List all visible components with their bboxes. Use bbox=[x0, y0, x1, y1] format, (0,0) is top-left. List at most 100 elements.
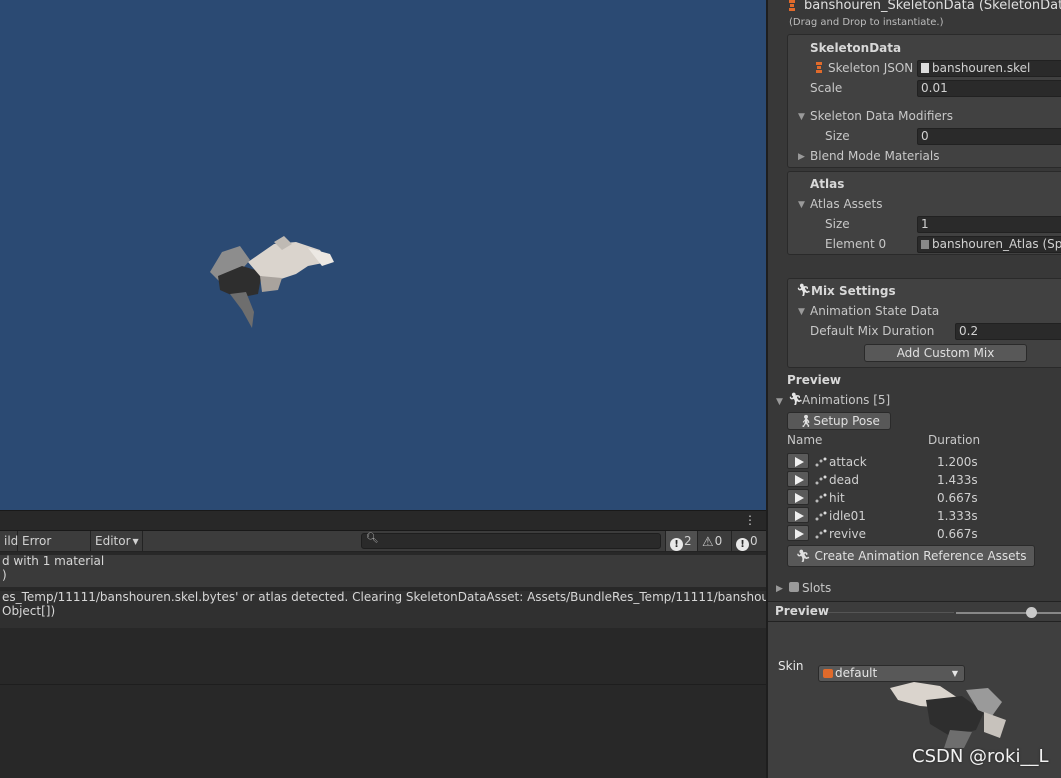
foldout-expanded-icon[interactable]: ▼ bbox=[798, 200, 805, 210]
duration-column-header: Duration bbox=[928, 433, 981, 447]
console-toolbar: ild Error Pause Editor▼ 🔍︎ !2 ⚠0 !0 bbox=[0, 531, 766, 568]
foldout-collapsed-icon[interactable]: ▶ bbox=[776, 584, 783, 594]
animation-row: attack 1.200s bbox=[787, 453, 1047, 471]
create-animation-reference-button[interactable]: 🏃︎ Create Animation Reference Assets bbox=[787, 545, 1035, 567]
info-icon: ! bbox=[670, 538, 683, 551]
atlas-size-label: Size bbox=[825, 217, 850, 231]
foldout-collapsed-icon[interactable]: ▶ bbox=[798, 152, 805, 162]
animation-duration: 0.667s bbox=[937, 491, 978, 505]
character-sprite bbox=[210, 236, 334, 328]
spine-skeleton-icon bbox=[789, 0, 795, 11]
atlas-element-label: Element 0 bbox=[825, 237, 887, 251]
slots-foldout[interactable]: Slots bbox=[802, 581, 831, 595]
atlas-element-value: banshouren_Atlas (Spin bbox=[932, 237, 1061, 251]
animation-row: idle01 1.333s bbox=[787, 507, 1047, 525]
build-toggle[interactable]: ild bbox=[0, 531, 18, 551]
warning-count: 0 bbox=[714, 534, 723, 548]
setup-pose-label: Setup Pose bbox=[813, 414, 880, 428]
animation-state-foldout[interactable]: Animation State Data bbox=[810, 304, 939, 318]
warning-count-toggle[interactable]: ⚠0 bbox=[697, 531, 729, 551]
chevron-down-icon: ▼ bbox=[132, 537, 139, 546]
atlas-element-field[interactable]: banshouren_Atlas (Spin bbox=[917, 236, 1061, 253]
atlas-size-field[interactable]: 1 bbox=[917, 216, 1061, 233]
play-animation-button[interactable] bbox=[787, 453, 809, 469]
section-title: Atlas bbox=[810, 177, 845, 191]
create-animation-reference-label: Create Animation Reference Assets bbox=[814, 549, 1027, 563]
animation-duration: 1.200s bbox=[937, 455, 978, 469]
console-panel: ⋮ ild Error Pause Editor▼ 🔍︎ !2 ⚠0 !0 d … bbox=[0, 510, 766, 778]
slots-icon bbox=[789, 582, 799, 592]
section-title: SkeletonData bbox=[810, 41, 902, 55]
atlas-asset-icon bbox=[921, 240, 929, 249]
skeleton-data-section: SkeletonData Skeleton JSON banshouren.sk… bbox=[787, 34, 1061, 168]
foldout-expanded-icon[interactable]: ▼ bbox=[776, 397, 783, 407]
animation-name: hit bbox=[829, 491, 845, 505]
default-mix-duration-field[interactable]: 0.2 bbox=[955, 323, 1061, 340]
error-count-toggle[interactable]: ! 0 bbox=[731, 531, 765, 551]
section-title: Mix Settings bbox=[811, 284, 896, 298]
bone-icon bbox=[815, 529, 827, 539]
atlas-section: Atlas ▼ Atlas Assets Size 1 Element 0 ba… bbox=[787, 171, 1061, 255]
animation-name: attack bbox=[829, 455, 867, 469]
editor-dropdown-label: Editor bbox=[95, 534, 131, 548]
console-tab-bar: ⋮ bbox=[0, 511, 766, 531]
log-entry[interactable]: es_Temp/11111/banshouren.skel.bytes' or … bbox=[0, 591, 766, 628]
setup-pose-button[interactable]: 🚶︎Setup Pose bbox=[787, 412, 891, 430]
animations-foldout[interactable]: Animations [5] bbox=[802, 393, 890, 407]
scene-view[interactable] bbox=[0, 0, 766, 510]
zoom-slider-handle[interactable] bbox=[1026, 607, 1037, 618]
running-figure-icon: 🏃︎ bbox=[788, 392, 804, 406]
character-preview-sprite bbox=[890, 682, 1006, 748]
skeleton-json-value: banshouren.skel bbox=[932, 61, 1031, 75]
console-detail-divider[interactable] bbox=[0, 684, 766, 685]
play-animation-button[interactable] bbox=[787, 489, 809, 505]
skeleton-json-label: Skeleton JSON bbox=[828, 61, 914, 75]
animation-row: dead 1.433s bbox=[787, 471, 1047, 489]
preview-toolbar: Preview bbox=[768, 601, 1061, 622]
foldout-expanded-icon[interactable]: ▼ bbox=[798, 112, 805, 122]
bone-icon bbox=[815, 511, 827, 521]
add-custom-mix-button[interactable]: Add Custom Mix bbox=[864, 344, 1027, 362]
modifiers-size-field[interactable]: 0 bbox=[917, 128, 1061, 145]
animation-duration: 0.667s bbox=[937, 527, 978, 541]
log-line: Object[]) bbox=[2, 604, 56, 618]
atlas-assets-foldout[interactable]: Atlas Assets bbox=[810, 197, 883, 211]
skeleton-preview-viewport[interactable]: Skin default ▼ CSDN @roki__L bbox=[768, 622, 1061, 778]
play-animation-button[interactable] bbox=[787, 471, 809, 487]
log-line: ) bbox=[2, 568, 7, 582]
preview-section-title: Preview bbox=[787, 373, 842, 387]
asset-subtitle: (Drag and Drop to instantiate.) bbox=[789, 17, 944, 28]
editor-dropdown[interactable]: Editor ▼ bbox=[91, 531, 143, 551]
blend-mode-foldout[interactable]: Blend Mode Materials bbox=[810, 149, 940, 163]
asset-title: banshouren_SkeletonData (SkeletonDataA bbox=[804, 0, 1061, 13]
foldout-expanded-icon[interactable]: ▼ bbox=[798, 307, 805, 317]
bone-icon bbox=[815, 493, 827, 503]
default-mix-duration-label: Default Mix Duration bbox=[810, 324, 935, 338]
more-options-icon[interactable]: ⋮ bbox=[744, 513, 756, 527]
error-count: 0 bbox=[750, 534, 758, 548]
log-line: es_Temp/11111/banshouren.skel.bytes' or … bbox=[2, 591, 766, 604]
spine-skeleton-icon bbox=[816, 62, 822, 73]
log-entry[interactable]: d with 1 material ) bbox=[0, 555, 766, 587]
skeleton-json-field[interactable]: banshouren.skel bbox=[917, 60, 1061, 77]
log-line: d with 1 material bbox=[2, 555, 105, 568]
scale-label: Scale bbox=[810, 81, 843, 95]
play-animation-button[interactable] bbox=[787, 507, 809, 523]
preview-panel-title: Preview bbox=[775, 604, 830, 618]
animation-name: dead bbox=[829, 473, 859, 487]
warning-icon: ⚠ bbox=[702, 535, 714, 550]
animation-duration: 1.433s bbox=[937, 473, 978, 487]
zoom-slider-track[interactable] bbox=[956, 612, 1061, 614]
modifiers-foldout[interactable]: Skeleton Data Modifiers bbox=[810, 109, 953, 123]
watermark-text: CSDN @roki__L bbox=[912, 746, 1049, 767]
name-column-header: Name bbox=[787, 433, 823, 447]
message-count-toggle[interactable]: ! 2 bbox=[665, 531, 697, 551]
animation-duration: 1.333s bbox=[937, 509, 978, 523]
bone-icon bbox=[815, 475, 827, 485]
modifiers-size-label: Size bbox=[825, 129, 850, 143]
console-search-input[interactable]: 🔍︎ bbox=[361, 533, 661, 549]
play-animation-button[interactable] bbox=[787, 525, 809, 541]
file-icon bbox=[921, 63, 929, 73]
error-pause-toggle[interactable]: Error Pause bbox=[18, 531, 91, 568]
scale-field[interactable]: 0.01 bbox=[917, 80, 1061, 97]
